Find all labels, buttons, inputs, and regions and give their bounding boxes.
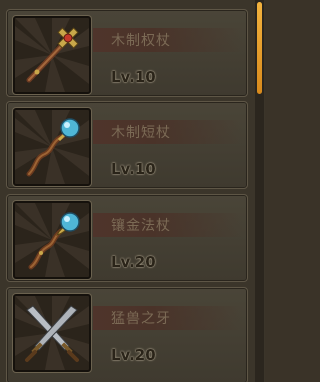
item-name: 木制短杖 bbox=[111, 125, 171, 141]
item-name: 镶金法杖 bbox=[111, 218, 171, 234]
orb-short-staff-icon bbox=[15, 110, 89, 184]
item-name: 木制权杖 bbox=[111, 33, 171, 49]
item-level: Lv.20 bbox=[111, 346, 156, 364]
list-item-wooden-scepter[interactable]: 木制权杖 Lv.10 bbox=[6, 9, 248, 97]
item-level: Lv.20 bbox=[111, 253, 156, 271]
crossed-blades-icon bbox=[15, 296, 89, 370]
list-item-gilded-staff[interactable]: 镶金法杖 Lv.20 bbox=[6, 194, 248, 282]
item-level: Lv.10 bbox=[111, 68, 156, 86]
item-level: Lv.10 bbox=[111, 160, 156, 178]
item-thumbnail bbox=[13, 294, 91, 372]
list-item-wooden-short-staff[interactable]: 木制短杖 Lv.10 bbox=[6, 101, 248, 189]
item-name: 猛兽之牙 bbox=[111, 311, 171, 327]
list-item-beast-fang[interactable]: 猛兽之牙 Lv.20 bbox=[6, 287, 248, 382]
item-thumbnail bbox=[13, 201, 91, 279]
item-thumbnail bbox=[13, 16, 91, 94]
item-thumbnail bbox=[13, 108, 91, 186]
cross-scepter-icon bbox=[15, 18, 89, 92]
gilded-orb-staff-icon bbox=[15, 203, 89, 277]
scrollbar-thumb[interactable] bbox=[257, 2, 262, 94]
item-list[interactable]: 木制权杖 Lv.10 木制短杖 Lv.10 镶金法杖 Lv.20 猛兽之牙 Lv… bbox=[6, 0, 248, 382]
